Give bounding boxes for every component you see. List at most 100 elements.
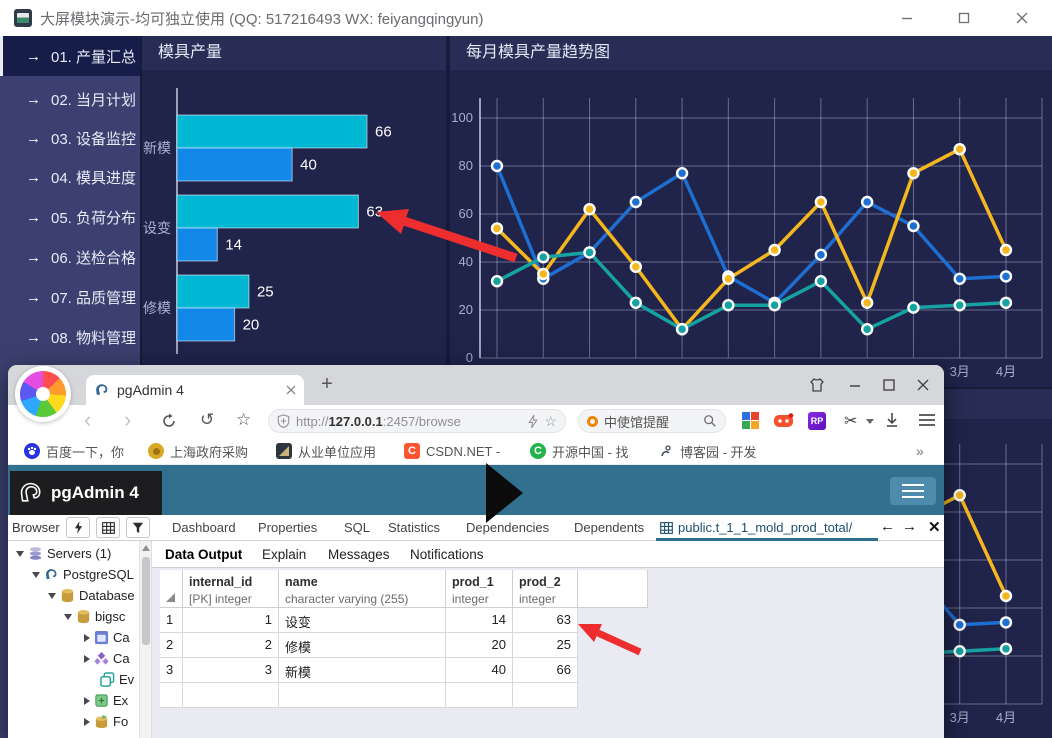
view-data-grid-button[interactable] xyxy=(96,517,120,538)
sidebar-item-production-summary[interactable]: →01. 产量汇总 xyxy=(0,36,140,76)
cell-name[interactable]: 新模 xyxy=(279,658,446,683)
theme-shirt-icon[interactable] xyxy=(808,376,826,394)
empty-row-cell[interactable] xyxy=(279,683,446,708)
chevron-down-icon[interactable] xyxy=(32,572,40,578)
tree-item-databases[interactable]: Database xyxy=(8,585,152,606)
column-header-internal-id[interactable]: internal_id[PK] integer xyxy=(183,570,279,608)
sidebar-item-device-monitor[interactable]: →03. 设备监控 xyxy=(0,118,140,158)
cell-prod-1[interactable]: 14 xyxy=(446,608,513,633)
address-bar[interactable]: http://127.0.0.1:2457/browse ☆ xyxy=(268,409,566,433)
browser-maximize-button[interactable] xyxy=(880,376,898,394)
apps-grid-icon[interactable] xyxy=(742,412,760,430)
tab-statistics[interactable]: Statistics xyxy=(388,520,440,535)
empty-row-cell[interactable] xyxy=(183,683,279,708)
sidebar-item-mold-progress[interactable]: →04. 模具进度 xyxy=(0,157,140,197)
tab-properties[interactable]: Properties xyxy=(258,520,317,535)
bookmarks-overflow-chevron[interactable]: » xyxy=(916,441,924,461)
cell-prod-2[interactable]: 66 xyxy=(513,658,578,683)
cell-internal-id[interactable]: 1 xyxy=(183,608,279,633)
cell-prod-1[interactable]: 20 xyxy=(446,633,513,658)
row-number-cell[interactable]: 1 xyxy=(160,608,183,633)
video-play-icon[interactable] xyxy=(486,463,523,523)
back-icon[interactable]: ‹ xyxy=(84,407,91,433)
tab-messages[interactable]: Messages xyxy=(328,547,390,562)
sidebar-item-material-mgmt[interactable]: →08. 物料管理 xyxy=(0,317,140,357)
cell-prod-1[interactable]: 40 xyxy=(446,658,513,683)
tree-scrollbar[interactable] xyxy=(139,541,151,738)
tab-sql[interactable]: SQL xyxy=(344,520,370,535)
browser-tab-pgadmin[interactable]: pgAdmin 4 xyxy=(86,375,304,405)
refresh-icon[interactable] xyxy=(160,412,178,430)
download-icon[interactable] xyxy=(884,412,902,430)
tab-dependents[interactable]: Dependents xyxy=(574,520,644,535)
empty-row-cell[interactable] xyxy=(446,683,513,708)
tree-item-catalogs[interactable]: Ca xyxy=(8,648,152,669)
scissors-dropdown-caret-icon[interactable] xyxy=(866,419,874,424)
forward-icon[interactable]: › xyxy=(124,407,131,433)
cell-name[interactable]: 设变 xyxy=(279,608,446,633)
app-minimize-button[interactable] xyxy=(899,10,915,26)
cell-prod-2[interactable]: 63 xyxy=(513,608,578,633)
tab-close-icon[interactable] xyxy=(286,385,296,395)
bookmark-industry-app[interactable]: 从业单位应用 xyxy=(276,441,376,461)
grid-corner-cell[interactable] xyxy=(160,570,183,608)
chevron-right-icon[interactable] xyxy=(84,655,90,663)
tree-item-event-triggers[interactable]: Ev xyxy=(8,669,152,690)
games-icon[interactable] xyxy=(774,413,792,431)
browser-close-button[interactable] xyxy=(914,376,932,394)
bookmark-baidu[interactable]: 百度一下，你 xyxy=(24,441,124,461)
tree-item-servers[interactable]: Servers (1) xyxy=(8,543,152,564)
cell-prod-2[interactable]: 25 xyxy=(513,633,578,658)
favorite-star-icon[interactable]: ☆ xyxy=(236,410,251,430)
filter-button[interactable] xyxy=(126,517,150,538)
scrollbar-thumb[interactable] xyxy=(142,557,150,645)
tree-item-casts[interactable]: Ca xyxy=(8,627,152,648)
column-header-prod-1[interactable]: prod_1integer xyxy=(446,570,513,608)
reader-lightning-icon[interactable] xyxy=(528,415,538,428)
chevron-down-icon[interactable] xyxy=(48,593,56,599)
tab-notifications[interactable]: Notifications xyxy=(410,547,484,562)
bookmark-cnblogs[interactable]: 博客园 - 开发 xyxy=(658,441,757,461)
column-header-name[interactable]: namecharacter varying (255) xyxy=(279,570,446,608)
tab-scroll-right-icon[interactable]: → xyxy=(902,518,917,535)
sidebar-item-load-distribution[interactable]: →05. 负荷分布 xyxy=(0,197,140,237)
cell-internal-id[interactable]: 3 xyxy=(183,658,279,683)
search-box[interactable]: 中使馆提醒 xyxy=(578,409,726,433)
pgadmin-menu-button[interactable] xyxy=(890,477,936,505)
browser-logo[interactable] xyxy=(15,366,71,422)
browser-minimize-button[interactable] xyxy=(846,376,864,394)
empty-row-cell[interactable] xyxy=(160,683,183,708)
sidebar-item-month-plan[interactable]: →02. 当月计划 xyxy=(0,79,140,119)
tree-item-postgresql[interactable]: PostgreSQL xyxy=(8,564,152,585)
cell-internal-id[interactable]: 2 xyxy=(183,633,279,658)
chevron-down-icon[interactable] xyxy=(16,551,24,557)
chevron-right-icon[interactable] xyxy=(84,634,90,642)
sidebar-item-inspection-pass[interactable]: →06. 送检合格 xyxy=(0,237,140,277)
row-number-cell[interactable]: 3 xyxy=(160,658,183,683)
sidebar-item-quality-mgmt[interactable]: →07. 品质管理 xyxy=(0,277,140,317)
app-maximize-button[interactable] xyxy=(956,10,972,26)
chevron-down-icon[interactable] xyxy=(64,614,72,620)
scroll-up-icon[interactable] xyxy=(142,545,150,551)
tree-item-database-bigscreen[interactable]: bigsc xyxy=(8,606,152,627)
row-number-cell[interactable]: 2 xyxy=(160,633,183,658)
search-icon[interactable] xyxy=(703,414,717,428)
tree-item-foreign-data-wrappers[interactable]: Fo xyxy=(8,711,152,732)
chevron-right-icon[interactable] xyxy=(84,697,90,705)
rp-extension-icon[interactable]: RP xyxy=(808,412,826,430)
browser-menu-icon[interactable] xyxy=(918,412,936,430)
tree-item-extensions[interactable]: Ex xyxy=(8,690,152,711)
tab-close-x-icon[interactable]: ✕ xyxy=(928,518,941,536)
column-header-prod-2[interactable]: prod_2integer xyxy=(513,570,578,608)
chevron-right-icon[interactable] xyxy=(84,718,90,726)
new-tab-button[interactable]: + xyxy=(314,371,340,397)
tab-data-output[interactable]: Data Output xyxy=(165,547,242,562)
screenshot-scissors-icon[interactable]: ✂ xyxy=(844,411,860,429)
tab-scroll-left-icon[interactable]: ← xyxy=(880,518,895,535)
bookmark-oschina[interactable]: C开源中国 - 找 xyxy=(530,441,629,461)
tab-dashboard[interactable]: Dashboard xyxy=(172,520,236,535)
undo-icon[interactable]: ↺ xyxy=(200,410,214,430)
bookmark-csdn[interactable]: CCSDN.NET - xyxy=(404,441,500,461)
bookmark-star-icon[interactable]: ☆ xyxy=(544,413,557,430)
empty-row-cell[interactable] xyxy=(513,683,578,708)
